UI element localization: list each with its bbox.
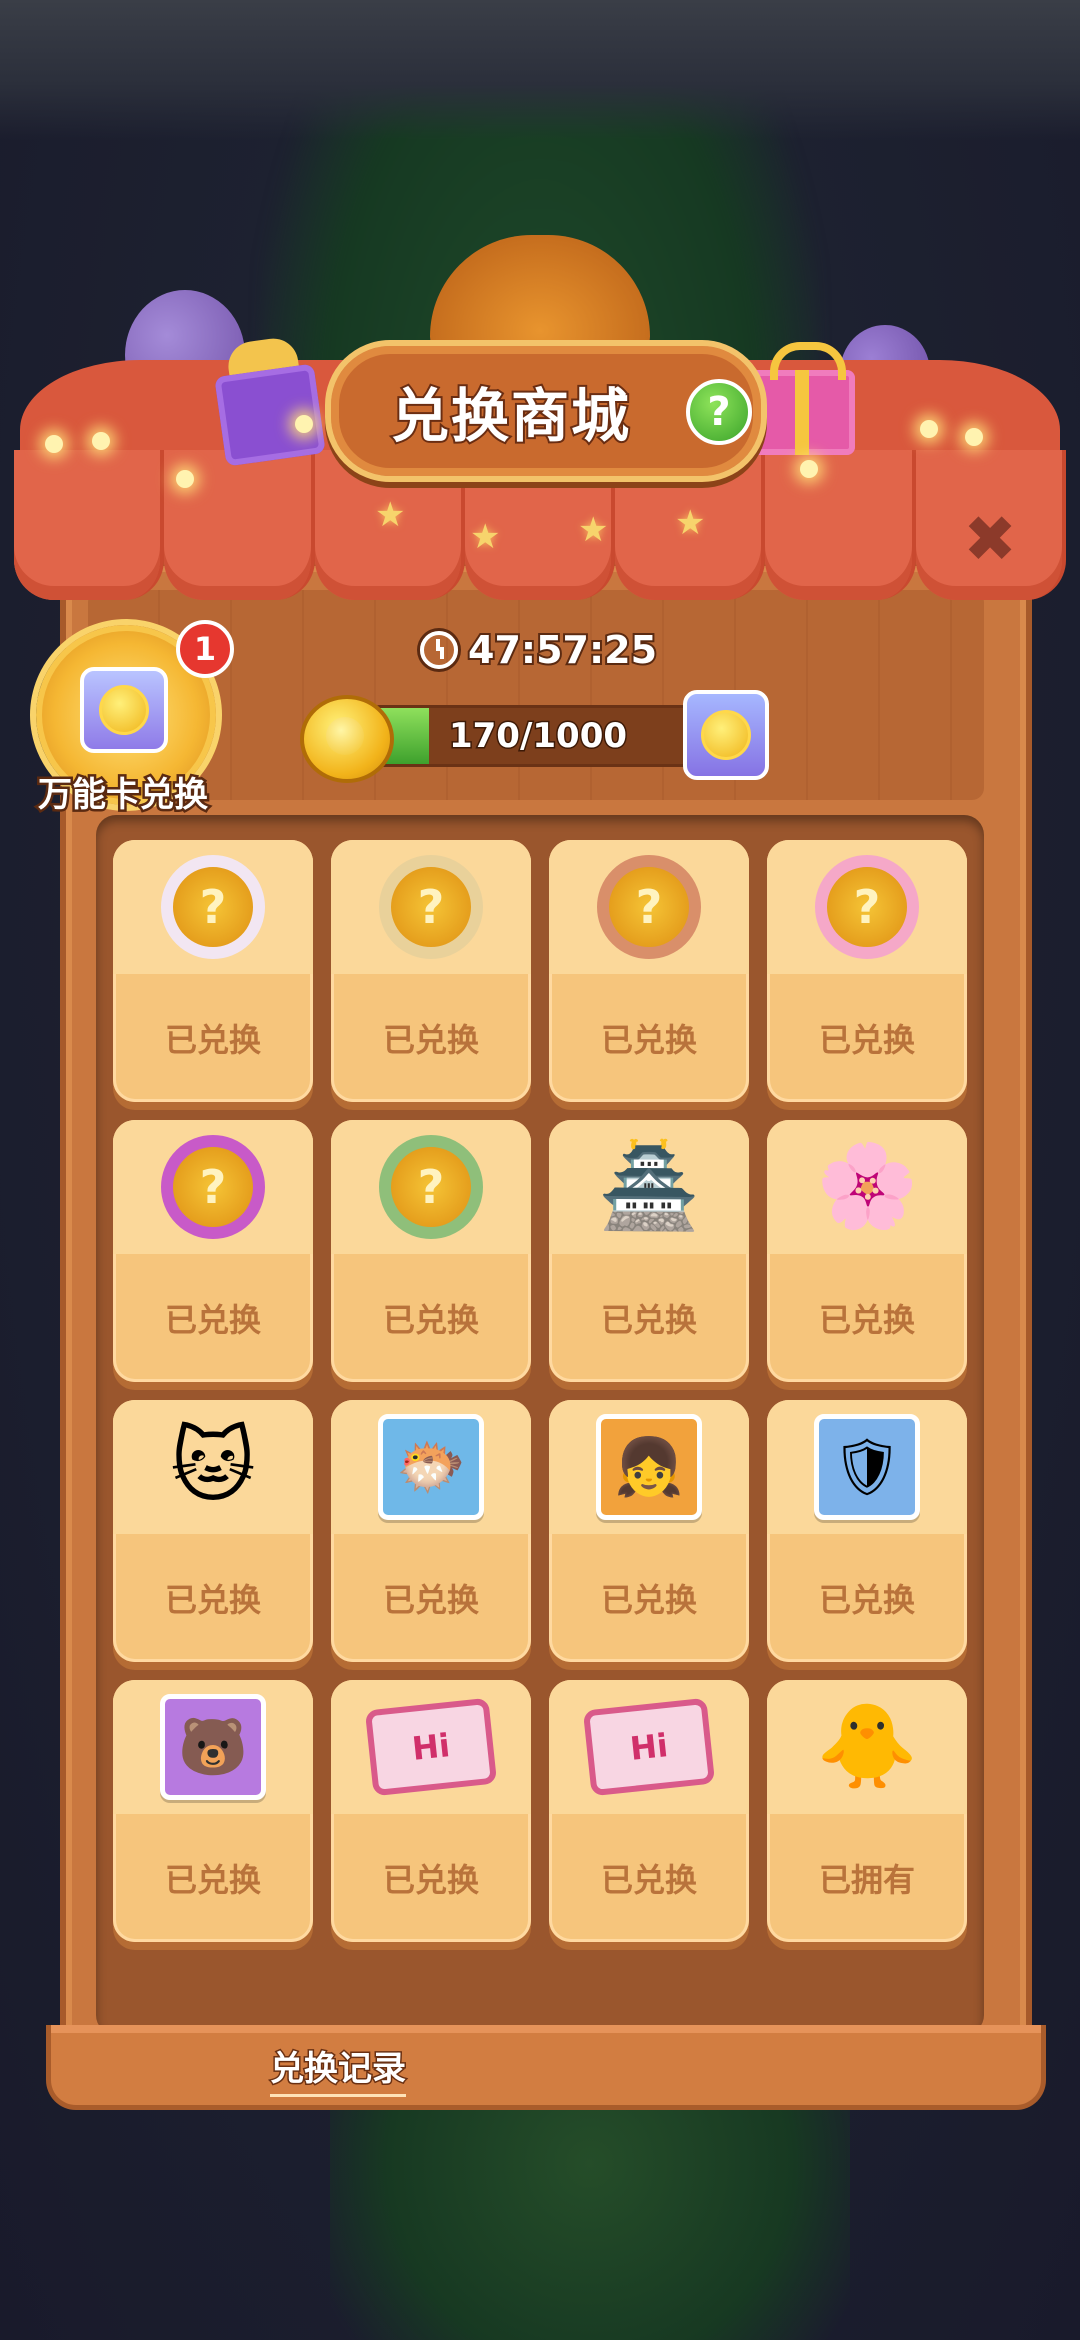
star-icon: ★ (675, 503, 706, 543)
gift-box-icon (214, 363, 326, 467)
item-card-cow-frame[interactable]: ? 已兑换 (113, 840, 313, 1102)
light-bulb-icon (176, 470, 194, 488)
chef-bear-frame-icon: ? (379, 855, 483, 959)
item-status: 已兑换 (382, 1301, 479, 1339)
item-status: 已兑换 (164, 1581, 261, 1619)
top-shade (0, 0, 1080, 140)
exchange-items-grid: ? 已兑换? 已兑换? 已兑换? 已兑换? 已兑换? 已兑换 🏯 已兑换 🌸 已兑换 🐱 已兑换 🐡 已兑换… (113, 840, 967, 1942)
pufferfish-avatar-icon: 🐡 (378, 1414, 484, 1520)
notification-badge: 1 (176, 620, 234, 678)
item-card-bear-avatar[interactable]: 🐻 已兑换 (113, 1680, 313, 1942)
item-status: 已兑换 (600, 1301, 697, 1339)
card-reward-icon[interactable] (683, 690, 769, 780)
item-card-floral-frame[interactable]: ? 已兑换 (549, 840, 749, 1102)
item-status: 已兑换 (818, 1021, 915, 1059)
exchange-record-link[interactable]: 兑换记录 (269, 2040, 408, 2097)
light-bulb-icon (92, 432, 110, 450)
light-bulb-icon (800, 460, 818, 478)
chick-sprout-icon: 🐥 (815, 1699, 919, 1794)
coin-icon (300, 695, 394, 783)
universal-card-icon (80, 667, 168, 753)
item-status: 已兑换 (164, 1021, 261, 1059)
item-status: 已兑换 (382, 1581, 479, 1619)
floral-frame-icon: ? (597, 855, 701, 959)
item-card-knight-avatar[interactable]: 🛡 已兑换 (767, 1400, 967, 1662)
title-sign: 兑换商城 ? (325, 340, 767, 482)
progress-bar: 170/1000 (370, 705, 706, 767)
item-status: 已拥有 (818, 1861, 915, 1899)
light-bulb-icon (965, 428, 983, 446)
item-card-pagoda-ornament[interactable]: 🏯 已兑换 (549, 1120, 749, 1382)
item-card-pufferfish-avatar[interactable]: 🐡 已兑换 (331, 1400, 531, 1662)
item-status: 已兑换 (164, 1301, 261, 1339)
flower-wreath-frame-icon: ? (379, 1135, 483, 1239)
star-icon: ★ (375, 495, 406, 535)
close-button[interactable]: ✖ (955, 503, 1025, 577)
clock-icon (420, 631, 458, 669)
progress-text: 170/1000 (447, 715, 628, 758)
rainbow-frame-icon: ? (161, 1135, 265, 1239)
girl-avatar-icon: 👧 (596, 1414, 702, 1520)
star-icon: ★ (470, 517, 501, 557)
candy-shop-frame-icon: ? (815, 855, 919, 959)
panel-header-board (88, 590, 984, 800)
light-bulb-icon (295, 415, 313, 433)
item-card-lucky-cat[interactable]: 🐱 已兑换 (113, 1400, 313, 1662)
bear-avatar-icon: 🐻 (160, 1694, 266, 1800)
item-card-hi-card-floral[interactable]: Hi 已兑换 (331, 1680, 531, 1942)
star-icon: ★ (578, 510, 609, 550)
item-card-girl-avatar[interactable]: 👧 已兑换 (549, 1400, 749, 1662)
item-status: 已兑换 (382, 1861, 479, 1899)
hi-card-stars-icon: Hi (582, 1697, 716, 1797)
pagoda-ornament-icon: 🏯 (597, 1139, 701, 1234)
bottom-bar (46, 2025, 1046, 2110)
item-status: 已兑换 (600, 1021, 697, 1059)
item-status: 已兑换 (600, 1861, 697, 1899)
item-status: 已兑换 (164, 1861, 261, 1899)
countdown-timer: 47:57:25 (420, 625, 659, 675)
hi-card-floral-icon: Hi (364, 1697, 498, 1797)
flower-charm-icon: 🌸 (815, 1139, 919, 1234)
universal-card-label: 万能卡兑换 (36, 773, 211, 818)
item-status: 已兑换 (818, 1301, 915, 1339)
item-status: 已兑换 (818, 1581, 915, 1619)
item-card-rainbow-frame[interactable]: ? 已兑换 (113, 1120, 313, 1382)
item-card-candy-shop-frame[interactable]: ? 已兑换 (767, 840, 967, 1102)
help-button[interactable]: ? (686, 379, 752, 445)
item-card-flower-charm[interactable]: 🌸 已兑换 (767, 1120, 967, 1382)
item-card-chick-sprout[interactable]: 🐥 已拥有 (767, 1680, 967, 1942)
item-card-flower-wreath-frame[interactable]: ? 已兑换 (331, 1120, 531, 1382)
knight-avatar-icon: 🛡 (814, 1414, 920, 1520)
item-card-chef-bear-frame[interactable]: ? 已兑换 (331, 840, 531, 1102)
page-title: 兑换商城 (389, 380, 631, 452)
item-status: 已兑换 (382, 1021, 479, 1059)
lucky-cat-icon: 🐱 (170, 1419, 256, 1514)
item-card-hi-card-stars[interactable]: Hi 已兑换 (549, 1680, 749, 1942)
cow-frame-icon: ? (161, 855, 265, 959)
item-status: 已兑换 (600, 1581, 697, 1619)
timer-value: 47:57:25 (466, 626, 659, 674)
light-bulb-icon (45, 435, 63, 453)
light-bulb-icon (920, 420, 938, 438)
